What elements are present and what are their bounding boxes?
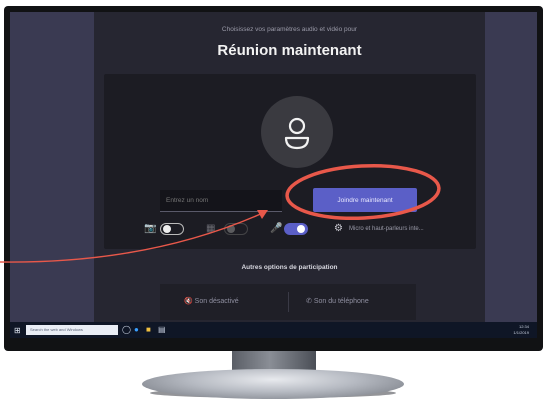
annotation-overlay xyxy=(0,163,441,263)
pointer-arrow xyxy=(0,211,266,263)
highlight-ellipse xyxy=(285,163,441,221)
